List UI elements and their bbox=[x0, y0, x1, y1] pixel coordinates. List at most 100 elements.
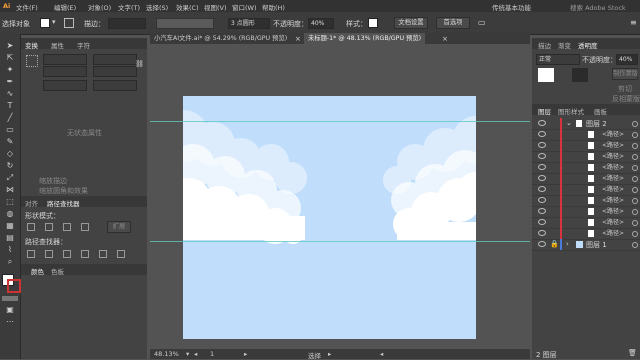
sublayer-name[interactable]: <路径> bbox=[602, 184, 624, 193]
artboard[interactable] bbox=[183, 96, 476, 339]
zoom-tool-icon[interactable]: ⌕ bbox=[6, 258, 14, 266]
perspective-grid-icon[interactable]: ▦ bbox=[6, 222, 14, 230]
target-icon[interactable] bbox=[632, 209, 638, 215]
gradient-tool-icon[interactable]: ▤ bbox=[6, 234, 14, 242]
eye-icon[interactable] bbox=[538, 186, 546, 192]
free-transform-icon[interactable]: ⬚ bbox=[6, 198, 14, 206]
eye-icon[interactable] bbox=[538, 219, 546, 225]
unite-icon[interactable] bbox=[27, 223, 35, 231]
trim-icon[interactable] bbox=[45, 250, 53, 258]
sublayer-name[interactable]: <路径> bbox=[602, 217, 624, 226]
eye-icon[interactable] bbox=[538, 131, 546, 137]
layer-1-row[interactable]: 🔒 › 图层 1 bbox=[532, 239, 640, 251]
layer-2-name[interactable]: 图层 2 bbox=[586, 119, 607, 129]
stock-search[interactable]: 搜索 Adobe Stock bbox=[570, 2, 626, 12]
menu-select[interactable]: 选择(S) bbox=[146, 2, 168, 12]
eye-icon[interactable] bbox=[538, 175, 546, 181]
tab-character[interactable]: 字符 bbox=[77, 40, 90, 50]
brush-definition-field[interactable]: 3 点圆形 bbox=[228, 18, 270, 29]
eye-icon[interactable] bbox=[538, 153, 546, 159]
tab-transform[interactable]: 变换 bbox=[25, 40, 38, 50]
target-icon[interactable] bbox=[632, 121, 638, 127]
eye-icon[interactable] bbox=[538, 230, 546, 236]
crop-icon[interactable] bbox=[81, 250, 89, 258]
line-tool-icon[interactable]: ╱ bbox=[6, 114, 14, 122]
sublayer-name[interactable]: <路径> bbox=[602, 195, 624, 204]
screen-mode-icon[interactable]: ▣ bbox=[6, 306, 14, 314]
preferences-button[interactable]: 首选项 bbox=[436, 17, 470, 29]
guide-line-top[interactable] bbox=[150, 121, 530, 122]
status-menu-icon[interactable]: ▸ bbox=[328, 350, 331, 358]
doc-tab-untitled[interactable]: 未标题-1* @ 48.13% (RGB/GPU 预览) bbox=[304, 33, 426, 44]
sublayer-name[interactable]: <路径> bbox=[602, 162, 624, 171]
target-icon[interactable] bbox=[632, 198, 638, 204]
opacity-field[interactable]: 40% bbox=[308, 18, 334, 29]
target-icon[interactable] bbox=[632, 220, 638, 226]
stroke-swatch[interactable] bbox=[64, 18, 74, 28]
make-mask-button[interactable]: 制作蒙版 bbox=[612, 68, 638, 80]
close-active-tab-icon[interactable]: × bbox=[442, 35, 448, 43]
tab-color[interactable]: 颜色 bbox=[31, 266, 44, 276]
direct-selection-tool-icon[interactable]: ⇱ bbox=[6, 54, 14, 62]
scale-strokes-checkbox[interactable]: 缩放描边 bbox=[39, 176, 67, 186]
target-icon[interactable] bbox=[632, 165, 638, 171]
width-tool-icon[interactable]: ⋈ bbox=[6, 186, 14, 194]
shape-builder-icon[interactable]: ◍ bbox=[6, 210, 14, 218]
target-icon[interactable] bbox=[632, 154, 638, 160]
transparency-thumb[interactable] bbox=[538, 68, 554, 82]
stroke-weight-field[interactable] bbox=[108, 18, 146, 29]
eraser-tool-icon[interactable]: ◇ bbox=[6, 150, 14, 158]
eyedropper-tool-icon[interactable]: ⌇ bbox=[6, 246, 14, 254]
arrange-icon[interactable]: ▭ bbox=[478, 18, 486, 27]
width-field[interactable] bbox=[93, 54, 137, 65]
eye-icon[interactable] bbox=[538, 142, 546, 148]
lock-icon[interactable]: 🔒 bbox=[550, 240, 559, 248]
intersect-icon[interactable] bbox=[63, 223, 71, 231]
tab-graphic-styles[interactable]: 图形样式 bbox=[558, 106, 584, 116]
target-icon[interactable] bbox=[632, 176, 638, 182]
close-tab-icon[interactable]: × bbox=[295, 35, 301, 43]
expand-chevron-icon[interactable]: ⌄ bbox=[566, 119, 572, 127]
sublayer-name[interactable]: <路径> bbox=[602, 228, 624, 237]
expand-button[interactable]: 扩展 bbox=[107, 221, 131, 233]
rotate-tool-icon[interactable]: ↻ bbox=[6, 162, 14, 170]
sublayer-name[interactable]: <路径> bbox=[602, 173, 624, 182]
eye-icon[interactable] bbox=[538, 208, 546, 214]
selection-tool-icon[interactable]: ➤ bbox=[6, 42, 14, 50]
type-tool-icon[interactable]: T bbox=[6, 102, 14, 110]
clip-checkbox[interactable]: 剪切 bbox=[618, 84, 632, 94]
panel-menu-icon[interactable]: ≡ bbox=[630, 18, 637, 27]
tab-layers[interactable]: 图层 bbox=[538, 106, 551, 116]
tab-align[interactable]: 对齐 bbox=[25, 198, 38, 208]
constrain-link-icon[interactable]: ⛓ bbox=[135, 60, 144, 68]
tab-pathfinder[interactable]: 路径查找器 bbox=[47, 198, 80, 208]
shear-field[interactable] bbox=[93, 80, 137, 91]
fill-swatch[interactable] bbox=[40, 18, 50, 28]
merge-icon[interactable] bbox=[63, 250, 71, 258]
guide-line-bottom[interactable] bbox=[150, 241, 530, 242]
sublayer-name[interactable]: <路径> bbox=[602, 151, 624, 160]
minus-back-icon[interactable] bbox=[117, 250, 125, 258]
curvature-tool-icon[interactable]: ∿ bbox=[6, 90, 14, 98]
eye-icon[interactable] bbox=[538, 120, 546, 126]
height-field[interactable] bbox=[93, 66, 137, 77]
stroke-color-box[interactable] bbox=[7, 279, 21, 293]
menu-file[interactable]: 文件(F) bbox=[16, 2, 38, 12]
blend-mode-select[interactable]: 正常 bbox=[536, 54, 580, 65]
style-swatch[interactable] bbox=[368, 18, 378, 28]
pen-tool-icon[interactable]: ✒ bbox=[6, 78, 14, 86]
fill-dropdown-icon[interactable]: ▾ bbox=[52, 18, 56, 26]
eye-icon[interactable] bbox=[538, 241, 546, 247]
target-icon[interactable] bbox=[632, 242, 638, 248]
more-tools-icon[interactable]: ⋯ bbox=[6, 318, 14, 326]
target-icon[interactable] bbox=[632, 187, 638, 193]
menu-effect[interactable]: 效果(C) bbox=[176, 2, 199, 12]
rectangle-tool-icon[interactable]: ▭ bbox=[6, 126, 14, 134]
scale-corners-checkbox[interactable]: 缩放圆角和效果 bbox=[39, 186, 88, 196]
scroll-left-icon[interactable]: ◂ bbox=[380, 350, 383, 358]
scale-tool-icon[interactable]: ⤢ bbox=[6, 174, 14, 182]
exclude-icon[interactable] bbox=[81, 223, 89, 231]
eye-icon[interactable] bbox=[538, 197, 546, 203]
invert-mask-checkbox[interactable]: 反相蒙版 bbox=[612, 94, 640, 104]
menu-edit[interactable]: 编辑(E) bbox=[54, 2, 76, 12]
